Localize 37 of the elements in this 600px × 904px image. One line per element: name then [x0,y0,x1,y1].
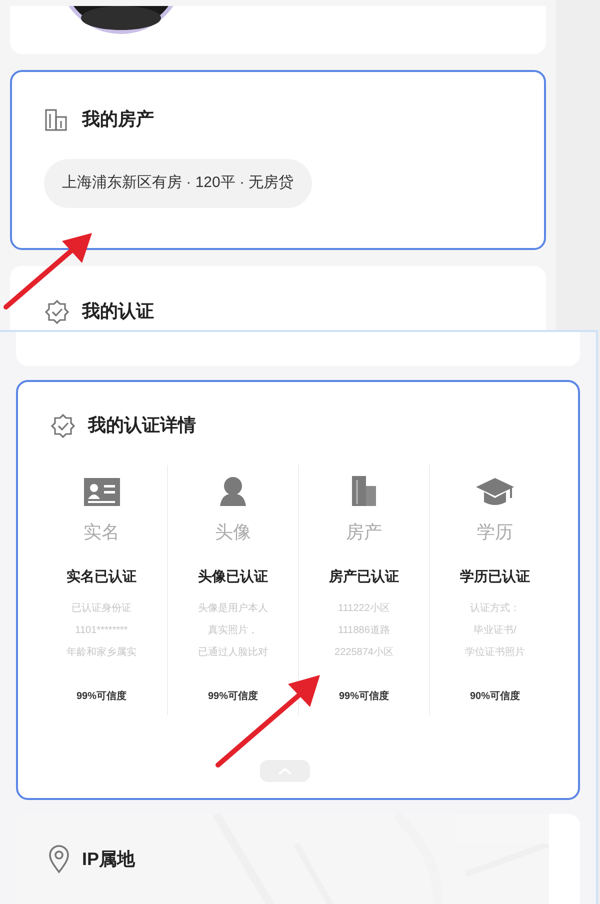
detail-text: 头像是用户本人 [198,602,268,616]
detail-text: 真实照片， [208,624,258,638]
badge-check-icon [44,298,70,324]
section-title: 我的认证 [82,300,154,323]
detail-text: 认证方式： [470,602,520,616]
detail-text: 111222小区 [338,602,390,616]
category-label: 头像 [215,521,251,544]
status-label: 实名已认证 [66,567,136,586]
category-label: 房产 [346,521,382,544]
detail-text: 学位证书照片 [465,646,525,660]
detail-text: 1101******** [75,624,128,638]
confidence-text: 99%可信度 [338,689,389,704]
detail-text: 毕业证书/ [474,624,516,638]
building-icon [44,108,70,132]
category-label: 学历 [477,521,513,544]
building-icon [350,475,378,507]
confidence-text: 99%可信度 [208,689,258,704]
confidence-text: 90%可信度 [470,689,520,704]
detail-text: 2225874小区 [334,646,394,660]
detail-text: 年龄和家乡属实 [66,646,136,660]
location-pin-icon [48,844,70,874]
category-label: 实名 [84,521,120,544]
detail-text: 已通过人脸比对 [198,646,268,660]
badge-check-icon [50,412,76,438]
section-title: IP属地 [82,848,136,870]
graduation-cap-icon [475,477,515,507]
person-icon [218,475,248,507]
detail-text: 111886道路 [338,624,390,638]
section-title: 我的房产 [82,108,154,131]
id-card-icon [82,477,120,507]
property-tag: 上海浦东新区有房 · 120平 · 无房贷 [44,159,312,208]
section-title: 我的认证详情 [88,414,196,437]
confidence-text: 99%可信度 [76,689,126,704]
status-label: 房产已认证 [329,567,399,586]
detail-text: 已认证身份证 [72,602,132,616]
status-label: 学历已认证 [460,567,530,586]
status-label: 头像已认证 [198,567,268,586]
